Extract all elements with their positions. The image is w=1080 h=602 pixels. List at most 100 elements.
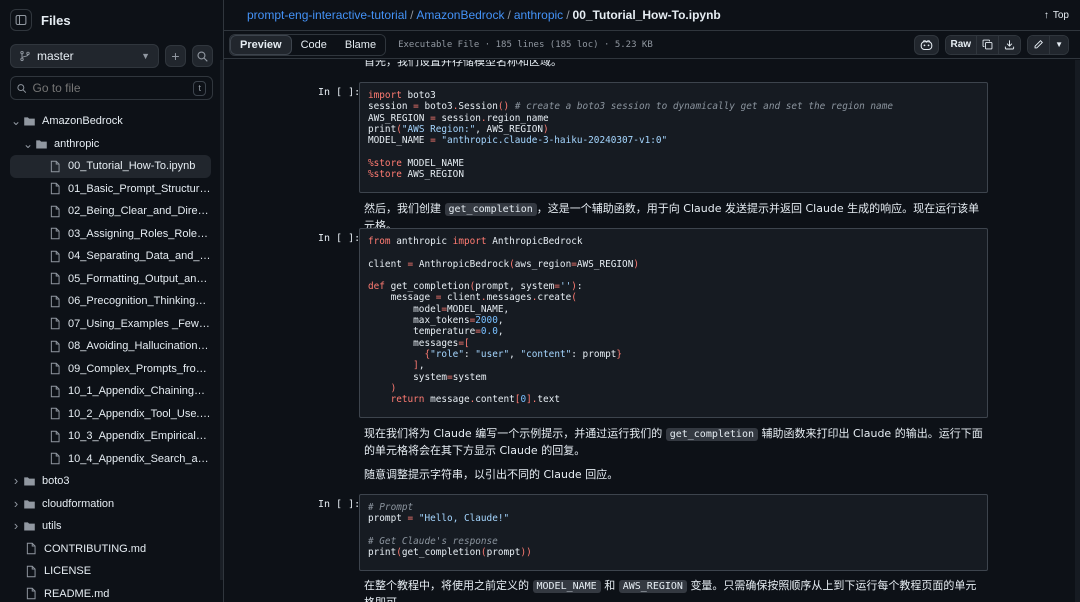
code-cell[interactable]: # Prompt prompt = "Hello, Claude!" # Get …: [359, 494, 988, 571]
tree-file[interactable]: 10_2_Appendix_Tool_Use.ipynb: [10, 403, 211, 426]
file-icon: [48, 159, 62, 173]
tree-file[interactable]: 05_Formatting_Output_and_S...: [10, 268, 211, 291]
sidebar-scrollbar[interactable]: [220, 60, 223, 580]
tab-preview[interactable]: Preview: [230, 34, 292, 55]
copy-icon: [982, 39, 993, 50]
tree-file[interactable]: CONTRIBUTING.md: [10, 538, 211, 561]
code-line: MODEL_NAME = "anthropic.claude-3-haiku-2…: [368, 135, 668, 147]
tree-item-label: 08_Avoiding_Hallucinations.ipy...: [68, 340, 211, 353]
file-meta: Executable File · 185 lines (185 loc) · …: [398, 39, 653, 50]
folder-icon: [22, 519, 36, 533]
tree-file[interactable]: 06_Precognition_Thinking_Ste...: [10, 290, 211, 313]
search-files-button[interactable]: [192, 45, 213, 67]
tree-file[interactable]: 02_Being_Clear_and_Direct.ipy...: [10, 200, 211, 223]
raw-actions-group: Raw: [944, 34, 1022, 55]
tree-folder[interactable]: › cloudformation: [10, 493, 211, 516]
file-icon: [48, 407, 62, 421]
tree-item-label: LICENSE: [44, 565, 92, 578]
code-line: session = boto3.Session() # create a bot…: [368, 101, 893, 113]
folder-icon: [22, 114, 36, 128]
tree-file[interactable]: 10_4_Appendix_Search_and_R...: [10, 448, 211, 471]
copilot-button[interactable]: [913, 34, 939, 55]
breadcrumb-folder-amazonbedrock[interactable]: AmazonBedrock: [416, 8, 504, 22]
code-line: return message.content[0].text: [390, 394, 560, 406]
toolbar-actions: Raw ▼: [913, 34, 1069, 55]
code-line: AWS_REGION = session.region_name: [368, 112, 549, 124]
text-span: 然后，我们创建: [364, 202, 441, 215]
tree-file[interactable]: 04_Separating_Data_and_Instr...: [10, 245, 211, 268]
go-to-file-input[interactable]: [32, 81, 188, 95]
file-icon: [48, 182, 62, 196]
chevron-down-icon: ▼: [141, 51, 150, 61]
inline-code: get_completion: [665, 428, 758, 441]
tab-blame[interactable]: Blame: [335, 34, 386, 55]
raw-button[interactable]: Raw: [945, 35, 978, 54]
search-icon: [17, 83, 27, 93]
raw-label: Raw: [950, 39, 972, 50]
arrow-up-icon: ↑: [1043, 9, 1049, 21]
tree-file[interactable]: 07_Using_Examples _Few-Shot...: [10, 313, 211, 336]
text-span: 和: [604, 579, 616, 592]
file-icon: [48, 227, 62, 241]
branch-selector[interactable]: master ▼: [10, 44, 159, 68]
tree-item-label: 10_4_Appendix_Search_and_R...: [68, 452, 211, 465]
cell-prompt: In [ ]:: [318, 499, 361, 510]
tree-file[interactable]: 09_Complex_Prompts_from_S...: [10, 358, 211, 381]
tree-item-label: 10_1_Appendix_Chaining_Prom...: [68, 385, 211, 398]
app-root: Files master ▼ + t ⌄ AmazonBedrock ⌄ anthro…: [0, 0, 1080, 602]
add-file-button[interactable]: +: [165, 45, 186, 67]
copilot-icon: [920, 39, 932, 50]
file-tree: ⌄ AmazonBedrock ⌄ anthropic 00_Tutorial_How-…: [0, 110, 223, 602]
breadcrumb-repo[interactable]: prompt-eng-interactive-tutorial: [247, 8, 407, 22]
code-line: # Prompt: [368, 502, 414, 513]
markdown-text: 现在我们将为 Claude 编写一个示例提示，并通过运行我们的 get_comp…: [364, 426, 984, 459]
notebook-preview: 首先，我们设置并存储模型名称和区域。 In [ ]: import boto3 s…: [224, 60, 1080, 602]
edit-options-button[interactable]: ▼: [1050, 35, 1068, 54]
code-cell[interactable]: from anthropic import AnthropicBedrock c…: [359, 228, 988, 418]
sidebar-header: Files: [0, 0, 223, 40]
tree-file[interactable]: 10_3_Appendix_Empirical_Perf...: [10, 425, 211, 448]
tree-file[interactable]: 03_Assigning_Roles_Role_Pro...: [10, 223, 211, 246]
tree-file[interactable]: 00_Tutorial_How-To.ipynb: [10, 155, 211, 178]
tree-file[interactable]: README.md: [10, 583, 211, 602]
copy-raw-button[interactable]: [977, 35, 1000, 54]
go-to-file-field[interactable]: t: [10, 76, 213, 100]
markdown-text: 随意调整提示字符串，以引出不同的 Claude 回应。: [364, 468, 619, 481]
top-button[interactable]: ↑ Top: [1044, 10, 1069, 21]
code-line: max_tokens=2000,: [368, 315, 504, 327]
inline-code: MODEL_NAME: [532, 580, 601, 593]
code-line: %store AWS_REGION: [368, 169, 464, 181]
download-button[interactable]: [999, 35, 1021, 54]
file-icon: [48, 429, 62, 443]
tree-item-label: 06_Precognition_Thinking_Ste...: [68, 295, 211, 308]
pencil-icon: [1034, 40, 1044, 49]
inline-code: AWS_REGION: [618, 580, 687, 593]
tree-item-label: CONTRIBUTING.md: [44, 542, 147, 555]
plus-icon: +: [171, 48, 180, 64]
file-icon: [48, 317, 62, 331]
code-cell[interactable]: import boto3 session = boto3.Session() # …: [359, 82, 988, 193]
download-icon: [1004, 40, 1015, 50]
chevron-right-icon: ›: [13, 495, 19, 511]
shortcut-hint: t: [193, 80, 206, 96]
tab-code[interactable]: Code: [291, 34, 336, 55]
tree-file[interactable]: 01_Basic_Prompt_Structure.ipy...: [10, 178, 211, 201]
edit-button[interactable]: [1028, 35, 1051, 54]
tree-folder[interactable]: › utils: [10, 515, 211, 538]
breadcrumb-folder-anthropic[interactable]: anthropic: [514, 8, 563, 22]
file-icon: [48, 362, 62, 376]
tree-folder[interactable]: › boto3: [10, 470, 211, 493]
tree-file[interactable]: 08_Avoiding_Hallucinations.ipy...: [10, 335, 211, 358]
content-scrollbar[interactable]: [1075, 60, 1080, 602]
tree-file[interactable]: LICENSE: [10, 560, 211, 583]
tree-item-label: 09_Complex_Prompts_from_S...: [68, 362, 211, 375]
code-line: client = AnthropicBedrock(aws_region=AWS…: [368, 258, 639, 270]
chevron-right-icon: ›: [13, 473, 19, 489]
collapse-sidebar-button[interactable]: [10, 9, 32, 31]
tree-folder[interactable]: ⌄ anthropic: [10, 133, 211, 156]
tree-file[interactable]: 10_1_Appendix_Chaining_Prom...: [10, 380, 211, 403]
tree-folder[interactable]: ⌄ AmazonBedrock: [10, 110, 211, 133]
